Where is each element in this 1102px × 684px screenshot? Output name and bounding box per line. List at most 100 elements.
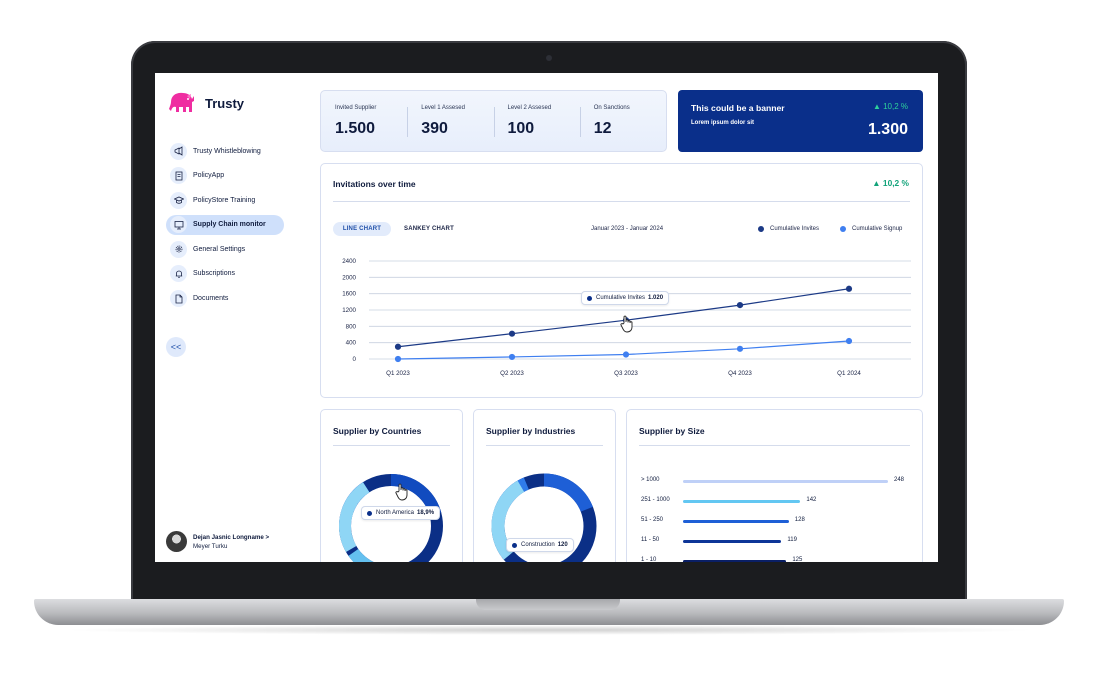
graduation-cap-icon — [170, 191, 187, 209]
tooltip-label: Construction — [521, 542, 555, 548]
legend-dot — [758, 226, 764, 232]
stat-level1: Level 1 Assesed 390 — [407, 91, 493, 151]
banner-value: 1.300 — [867, 121, 908, 138]
tooltip-value: 18,9% — [417, 510, 435, 516]
sidebar-item-policyapp[interactable]: PolicyApp — [166, 166, 284, 186]
size-row[interactable]: 51 - 250 128 — [641, 516, 911, 526]
industries-card: Supplier by Industries Construction 120 — [473, 409, 616, 562]
y-tick-label: 800 — [346, 323, 357, 330]
size-label: 51 - 250 — [641, 517, 664, 523]
sidebar: Trusty Trusty Whistleblowing PolicyApp P… — [155, 73, 305, 562]
file-icon — [170, 290, 187, 308]
tab-line-chart[interactable]: LINE CHART — [333, 222, 391, 236]
countries-tooltip: North America 18,9% — [361, 506, 441, 520]
size-label: > 1000 — [641, 477, 660, 483]
legend-label: Cumulative Signup — [852, 226, 903, 232]
elephant-logo-icon — [169, 92, 194, 112]
divider — [639, 445, 910, 446]
app-screen: Trusty Trusty Whistleblowing PolicyApp P… — [155, 73, 938, 562]
brand-name: Trusty — [205, 95, 245, 111]
sidebar-nav: Trusty Whistleblowing PolicyApp PolicySt… — [166, 141, 284, 313]
y-tick-label: 0 — [353, 356, 357, 363]
user-company: Meyer Turku — [193, 542, 228, 550]
size-bar — [683, 540, 782, 543]
sidebar-item-label: Trusty Whistleblowing — [193, 147, 261, 155]
user-profile[interactable]: Dejan Jasnic Longname > Meyer Turku — [166, 531, 269, 552]
stat-value: 12 — [593, 120, 612, 137]
tooltip-dot — [367, 510, 372, 516]
sidebar-item-label: PolicyApp — [193, 172, 225, 180]
promo-banner[interactable]: This could be a banner Lorem ipsum dolor… — [678, 90, 923, 152]
size-value: 142 — [806, 497, 817, 503]
sidebar-item-whistleblowing[interactable]: Trusty Whistleblowing — [166, 141, 284, 161]
y-tick-label: 2400 — [342, 258, 356, 265]
tooltip-label: North America — [376, 510, 415, 516]
data-point[interactable] — [622, 351, 630, 358]
size-label: 11 - 50 — [641, 537, 660, 543]
size-bar — [683, 520, 789, 523]
legend-label: Cumulative Invites — [770, 226, 820, 232]
data-point[interactable] — [845, 285, 853, 292]
stat-value: 390 — [421, 120, 448, 137]
sidebar-item-documents[interactable]: Documents — [166, 289, 284, 309]
y-tick-label: 400 — [346, 340, 357, 347]
x-tick-label: Q4 2023 — [728, 370, 752, 377]
stats-card: Invited Supplier 1.500 Level 1 Assesed 3… — [320, 90, 667, 152]
legend-dot — [840, 226, 846, 232]
megaphone-icon — [170, 142, 187, 160]
banner-title: This could be a banner — [691, 103, 785, 113]
size-value: 248 — [894, 477, 905, 483]
date-range-picker[interactable]: Januar 2023 - Januar 2024 — [591, 226, 663, 232]
y-tick-label: 1200 — [342, 307, 356, 314]
data-point[interactable] — [394, 355, 402, 363]
tooltip-value: 120 — [557, 542, 568, 548]
size-row[interactable]: > 1000 248 — [641, 476, 911, 486]
tooltip-dot — [512, 542, 517, 548]
size-label: 1 - 10 — [641, 557, 657, 562]
invitations-chart-card: 2400 2000 1600 1200 800 400 0 Q1 2023 Q2 2023 Q3 … — [320, 163, 923, 398]
document-icon — [170, 167, 187, 185]
tab-sankey-chart[interactable]: SANKEY CHART — [404, 222, 454, 236]
data-point[interactable] — [508, 330, 516, 337]
stat-invited: Invited Supplier 1.500 — [321, 91, 407, 151]
size-row[interactable]: 1 - 10 125 — [641, 556, 911, 562]
size-row[interactable]: 251 - 1000 142 — [641, 496, 911, 506]
sidebar-item-supply-chain[interactable]: Supply Chain monitor — [166, 214, 284, 235]
data-point[interactable] — [508, 353, 516, 361]
size-bar — [683, 560, 787, 562]
x-tick-label: Q1 2023 — [386, 370, 410, 377]
size-label: 251 - 1000 — [641, 497, 670, 503]
data-point[interactable] — [736, 345, 744, 352]
size-value: 119 — [787, 537, 797, 543]
stat-label: Level 2 Assesed — [507, 105, 552, 111]
tooltip-label: Cumulative Invites — [596, 295, 646, 301]
sidebar-item-label: Documents — [193, 295, 229, 303]
size-card: Supplier by Size > 1000 248 251 - 1000 142 5… — [626, 409, 923, 562]
bell-icon — [170, 265, 187, 283]
sidebar-item-label: Subscriptions — [193, 270, 236, 278]
brand[interactable]: Trusty — [167, 88, 244, 118]
stat-sanctions: On Sanctions 12 — [579, 91, 666, 151]
sidebar-item-subscriptions[interactable]: Subscriptions — [166, 264, 284, 284]
laptop-shadow — [60, 625, 1040, 635]
user-name: Dejan Jasnic Longname > — [193, 533, 270, 541]
sidebar-item-training[interactable]: PolicyStore Training — [166, 190, 284, 210]
stat-label: On Sanctions — [593, 105, 630, 111]
x-tick-label: Q2 2023 — [500, 370, 524, 377]
banner-trend: ▲ 10,2 % — [872, 102, 908, 111]
countries-donut-chart — [339, 474, 443, 562]
industries-tooltip: Construction 120 — [506, 538, 574, 552]
tooltip-dot — [587, 295, 592, 301]
size-row[interactable]: 11 - 50 119 — [641, 536, 911, 546]
laptop-notch — [476, 599, 620, 610]
y-tick-label: 2000 — [342, 274, 356, 281]
data-point[interactable] — [845, 337, 853, 345]
x-tick-label: Q1 2024 — [837, 370, 861, 377]
size-value: 125 — [792, 557, 803, 562]
collapse-sidebar-button[interactable]: << — [166, 337, 186, 357]
camera — [546, 55, 552, 61]
sidebar-item-settings[interactable]: General Settings — [166, 239, 284, 259]
sidebar-item-label: General Settings — [193, 245, 246, 253]
data-point[interactable] — [736, 302, 744, 309]
data-point[interactable] — [394, 343, 402, 350]
